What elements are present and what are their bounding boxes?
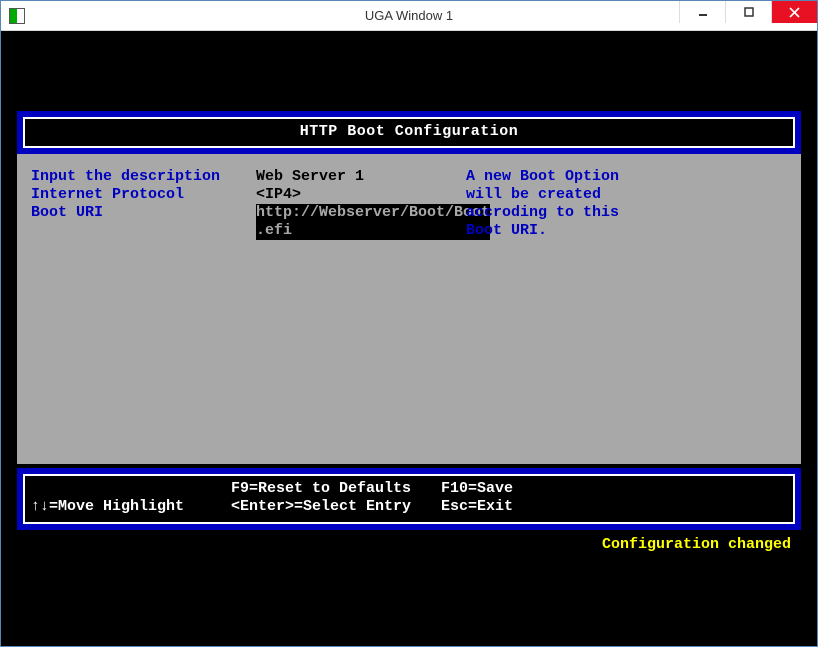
protocol-label: Internet Protocol	[31, 186, 184, 203]
description-input[interactable]: Web Server 1	[256, 168, 364, 185]
hint-move-highlight: ↑↓=Move Highlight	[31, 498, 184, 515]
description-label: Input the description	[31, 168, 220, 185]
app-window: UGA Window 1 HTTP Boot Configuration Inp…	[0, 0, 818, 647]
minimize-icon	[698, 7, 708, 17]
close-button[interactable]	[771, 1, 817, 23]
protocol-select[interactable]: <IP4>	[256, 186, 301, 203]
booturi-input[interactable]: http://Webserver/Boot/Boot .efi	[256, 204, 490, 240]
client-area: HTTP Boot Configuration Input the descri…	[1, 31, 817, 646]
status-message: Configuration changed	[17, 530, 801, 553]
config-body: Input the description Internet Protocol …	[17, 154, 801, 464]
bios-screen: HTTP Boot Configuration Input the descri…	[17, 111, 801, 553]
hint-f10-save: F10=Save	[441, 480, 513, 497]
hint-esc-exit: Esc=Exit	[441, 498, 513, 515]
minimize-button[interactable]	[679, 1, 725, 23]
maximize-button[interactable]	[725, 1, 771, 23]
hint-enter-select: <Enter>=Select Entry	[231, 498, 411, 515]
header-panel: HTTP Boot Configuration	[17, 111, 801, 154]
booturi-label: Boot URI	[31, 204, 103, 221]
app-icon	[9, 8, 25, 24]
help-text: A new Boot Option will be created accrod…	[466, 168, 791, 450]
key-hints: ↑↓=Move Highlight F9=Reset to Defaults <…	[23, 474, 795, 524]
titlebar[interactable]: UGA Window 1	[1, 1, 817, 31]
field-labels: Input the description Internet Protocol …	[31, 168, 256, 450]
field-values: Web Server 1 <IP4> http://Webserver/Boot…	[256, 168, 466, 450]
hint-f9-reset: F9=Reset to Defaults	[231, 480, 411, 497]
close-icon	[789, 7, 800, 18]
page-title: HTTP Boot Configuration	[23, 117, 795, 148]
maximize-icon	[744, 7, 754, 17]
footer-panel: ↑↓=Move Highlight F9=Reset to Defaults <…	[17, 468, 801, 530]
window-controls	[679, 1, 817, 30]
